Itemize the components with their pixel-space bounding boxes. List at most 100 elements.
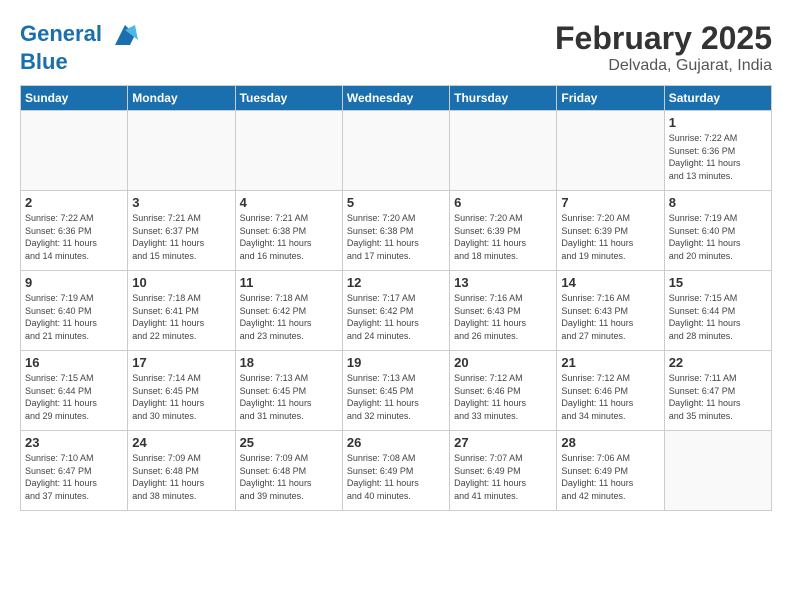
calendar-cell: 19Sunrise: 7:13 AM Sunset: 6:45 PM Dayli… <box>342 351 449 431</box>
calendar-cell: 26 Sunrise: 7:08 AM Sunset: 6:49 PM Dayli… <box>342 431 449 511</box>
weekday-row: SundayMondayTuesdayWednesdayThursdayFrid… <box>21 86 772 111</box>
week-row-3: 9 Sunrise: 7:19 AM Sunset: 6:40 PM Daylig… <box>21 271 772 351</box>
calendar-cell: 16 Sunrise: 7:15 AM Sunset: 6:44 PM Dayli… <box>21 351 128 431</box>
cell-info: Sunrise: 7:15 AM Sunset: 6:44 PM Dayligh… <box>25 372 123 422</box>
page-header: General Blue February 2025 Delvada, Guja… <box>20 20 772 75</box>
day-number: 24 <box>132 435 230 450</box>
calendar-cell: 7 Sunrise: 7:20 AM Sunset: 6:39 PM Daylig… <box>557 191 664 271</box>
day-number: 11 <box>240 275 338 290</box>
week-row-2: 2 Sunrise: 7:22 AM Sunset: 6:36 PM Daylig… <box>21 191 772 271</box>
location-subtitle: Delvada, Gujarat, India <box>555 57 772 75</box>
cell-info: Sunrise: 7:22 AM Sunset: 6:36 PM Dayligh… <box>25 212 123 262</box>
day-number: 23 <box>25 435 123 450</box>
calendar-cell <box>664 431 771 511</box>
weekday-header-sunday: Sunday <box>21 86 128 111</box>
calendar-cell: 4Sunrise: 7:21 AM Sunset: 6:38 PM Daylig… <box>235 191 342 271</box>
calendar-cell: 17 Sunrise: 7:14 AM Sunset: 6:45 PM Dayli… <box>128 351 235 431</box>
cell-info: Sunrise: 7:18 AM Sunset: 6:41 PM Dayligh… <box>132 292 230 342</box>
logo-general: General <box>20 21 102 46</box>
day-number: 7 <box>561 195 659 210</box>
cell-info: Sunrise: 7:15 AM Sunset: 6:44 PM Dayligh… <box>669 292 767 342</box>
cell-info: Sunrise: 7:12 AM Sunset: 6:46 PM Dayligh… <box>561 372 659 422</box>
cell-info: Sunrise: 7:19 AM Sunset: 6:40 PM Dayligh… <box>669 212 767 262</box>
day-number: 6 <box>454 195 552 210</box>
calendar-cell: 3 Sunrise: 7:21 AM Sunset: 6:37 PM Daylig… <box>128 191 235 271</box>
cell-info: Sunrise: 7:20 AM Sunset: 6:39 PM Dayligh… <box>561 212 659 262</box>
calendar-cell <box>342 111 449 191</box>
cell-info: Sunrise: 7:11 AM Sunset: 6:47 PM Dayligh… <box>669 372 767 422</box>
day-number: 16 <box>25 355 123 370</box>
day-number: 4 <box>240 195 338 210</box>
day-number: 9 <box>25 275 123 290</box>
calendar-cell: 8 Sunrise: 7:19 AM Sunset: 6:40 PM Daylig… <box>664 191 771 271</box>
calendar-cell: 2 Sunrise: 7:22 AM Sunset: 6:36 PM Daylig… <box>21 191 128 271</box>
day-number: 17 <box>132 355 230 370</box>
calendar-cell: 14 Sunrise: 7:16 AM Sunset: 6:43 PM Dayli… <box>557 271 664 351</box>
weekday-header-tuesday: Tuesday <box>235 86 342 111</box>
calendar-cell: 25 Sunrise: 7:09 AM Sunset: 6:48 PM Dayli… <box>235 431 342 511</box>
cell-info: Sunrise: 7:20 AM Sunset: 6:38 PM Dayligh… <box>347 212 445 262</box>
cell-info: Sunrise: 7:21 AM Sunset: 6:37 PM Dayligh… <box>132 212 230 262</box>
calendar-cell: 9 Sunrise: 7:19 AM Sunset: 6:40 PM Daylig… <box>21 271 128 351</box>
calendar-cell: 18Sunrise: 7:13 AM Sunset: 6:45 PM Dayli… <box>235 351 342 431</box>
day-number: 13 <box>454 275 552 290</box>
day-number: 25 <box>240 435 338 450</box>
cell-info: Sunrise: 7:16 AM Sunset: 6:43 PM Dayligh… <box>561 292 659 342</box>
cell-info: Sunrise: 7:10 AM Sunset: 6:47 PM Dayligh… <box>25 452 123 502</box>
week-row-5: 23 Sunrise: 7:10 AM Sunset: 6:47 PM Dayli… <box>21 431 772 511</box>
day-number: 2 <box>25 195 123 210</box>
cell-info: Sunrise: 7:14 AM Sunset: 6:45 PM Dayligh… <box>132 372 230 422</box>
calendar-cell: 24 Sunrise: 7:09 AM Sunset: 6:48 PM Dayli… <box>128 431 235 511</box>
cell-info: Sunrise: 7:12 AM Sunset: 6:46 PM Dayligh… <box>454 372 552 422</box>
calendar-cell: 15 Sunrise: 7:15 AM Sunset: 6:44 PM Dayli… <box>664 271 771 351</box>
day-number: 19 <box>347 355 445 370</box>
month-title: February 2025 <box>555 20 772 57</box>
week-row-1: 1 Sunrise: 7:22 AM Sunset: 6:36 PM Daylig… <box>21 111 772 191</box>
logo-blue: Blue <box>20 49 68 74</box>
day-number: 14 <box>561 275 659 290</box>
day-number: 5 <box>347 195 445 210</box>
day-number: 10 <box>132 275 230 290</box>
weekday-header-monday: Monday <box>128 86 235 111</box>
day-number: 8 <box>669 195 767 210</box>
week-row-4: 16 Sunrise: 7:15 AM Sunset: 6:44 PM Dayli… <box>21 351 772 431</box>
day-number: 18 <box>240 355 338 370</box>
weekday-header-saturday: Saturday <box>664 86 771 111</box>
cell-info: Sunrise: 7:08 AM Sunset: 6:49 PM Dayligh… <box>347 452 445 502</box>
cell-info: Sunrise: 7:09 AM Sunset: 6:48 PM Dayligh… <box>240 452 338 502</box>
cell-info: Sunrise: 7:22 AM Sunset: 6:36 PM Dayligh… <box>669 132 767 182</box>
day-number: 3 <box>132 195 230 210</box>
calendar-cell: 11 Sunrise: 7:18 AM Sunset: 6:42 PM Dayli… <box>235 271 342 351</box>
calendar-header: SundayMondayTuesdayWednesdayThursdayFrid… <box>21 86 772 111</box>
cell-info: Sunrise: 7:18 AM Sunset: 6:42 PM Dayligh… <box>240 292 338 342</box>
calendar-cell: 27Sunrise: 7:07 AM Sunset: 6:49 PM Dayli… <box>450 431 557 511</box>
cell-info: Sunrise: 7:17 AM Sunset: 6:42 PM Dayligh… <box>347 292 445 342</box>
cell-info: Sunrise: 7:19 AM Sunset: 6:40 PM Dayligh… <box>25 292 123 342</box>
calendar-cell <box>557 111 664 191</box>
day-number: 12 <box>347 275 445 290</box>
day-number: 21 <box>561 355 659 370</box>
day-number: 20 <box>454 355 552 370</box>
day-number: 1 <box>669 115 767 130</box>
day-number: 27 <box>454 435 552 450</box>
weekday-header-friday: Friday <box>557 86 664 111</box>
day-number: 28 <box>561 435 659 450</box>
calendar-cell: 21 Sunrise: 7:12 AM Sunset: 6:46 PM Dayli… <box>557 351 664 431</box>
calendar-cell: 23 Sunrise: 7:10 AM Sunset: 6:47 PM Dayli… <box>21 431 128 511</box>
cell-info: Sunrise: 7:06 AM Sunset: 6:49 PM Dayligh… <box>561 452 659 502</box>
cell-info: Sunrise: 7:09 AM Sunset: 6:48 PM Dayligh… <box>132 452 230 502</box>
day-number: 15 <box>669 275 767 290</box>
cell-info: Sunrise: 7:20 AM Sunset: 6:39 PM Dayligh… <box>454 212 552 262</box>
calendar-cell: 1 Sunrise: 7:22 AM Sunset: 6:36 PM Daylig… <box>664 111 771 191</box>
weekday-header-wednesday: Wednesday <box>342 86 449 111</box>
calendar-table: SundayMondayTuesdayWednesdayThursdayFrid… <box>20 85 772 511</box>
calendar-cell: 12 Sunrise: 7:17 AM Sunset: 6:42 PM Dayli… <box>342 271 449 351</box>
calendar-cell: 28 Sunrise: 7:06 AM Sunset: 6:49 PM Dayli… <box>557 431 664 511</box>
calendar-cell: 13Sunrise: 7:16 AM Sunset: 6:43 PM Dayli… <box>450 271 557 351</box>
title-block: February 2025 Delvada, Gujarat, India <box>555 20 772 75</box>
day-number: 26 <box>347 435 445 450</box>
calendar-cell: 22Sunrise: 7:11 AM Sunset: 6:47 PM Dayli… <box>664 351 771 431</box>
calendar-cell <box>21 111 128 191</box>
logo-icon <box>110 20 140 50</box>
calendar-cell: 6 Sunrise: 7:20 AM Sunset: 6:39 PM Daylig… <box>450 191 557 271</box>
